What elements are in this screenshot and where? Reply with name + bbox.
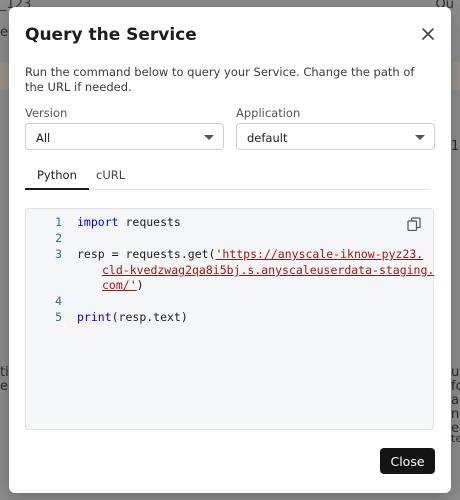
background-text: fo <box>451 379 460 394</box>
code-keyword: print <box>77 310 112 324</box>
code-string: cld-kvedzwag2qa8i5bj.s.anyscaleuserdata-… <box>102 263 435 277</box>
code-string: 'https://anyscale-iknow-pyz23. <box>215 247 424 261</box>
code-line: import requests <box>77 215 181 231</box>
code-text: ) <box>136 278 144 292</box>
background-text: ut <box>451 365 460 380</box>
chevron-down-icon <box>415 135 425 140</box>
close-button[interactable]: Close <box>380 448 435 474</box>
code-text: (resp.text) <box>111 310 188 324</box>
background-text: 123 <box>451 139 460 154</box>
tab-curl[interactable]: cURL <box>96 168 125 188</box>
background-text: te <box>451 432 460 445</box>
line-number: 5 <box>55 310 62 324</box>
version-select[interactable]: All <box>25 123 224 150</box>
code-text: requests <box>118 215 181 229</box>
close-icon[interactable] <box>421 27 435 41</box>
code-tabs: Python cURL <box>25 165 430 190</box>
code-block: 1 2 3 4 5 import requests resp = request… <box>25 208 434 430</box>
code-string: com/' <box>102 278 137 292</box>
code-keyword: import <box>77 215 119 229</box>
dialog-title: Query the Service <box>25 25 197 45</box>
application-select-value: default <box>247 131 288 145</box>
application-select[interactable]: default <box>236 123 435 150</box>
tab-python[interactable]: Python <box>25 168 89 190</box>
chevron-down-icon <box>204 135 214 140</box>
background-text: na <box>451 407 460 422</box>
copy-icon[interactable] <box>407 217 421 231</box>
background-text: ac <box>451 393 460 408</box>
code-line: print(resp.text) <box>77 310 188 326</box>
code-line: cld-kvedzwag2qa8i5bj.s.anyscaleuserdata-… <box>102 263 434 279</box>
code-line: resp = requests.get('https://anyscale-ik… <box>77 247 423 263</box>
code-text: resp = requests.get( <box>77 247 216 261</box>
query-service-dialog: Query the Service Run the command below … <box>9 7 451 493</box>
code-line: com/') <box>102 278 144 294</box>
application-label: Application <box>236 106 301 120</box>
background-text: ti <box>0 365 9 380</box>
version-label: Version <box>25 106 68 120</box>
line-number: 1 <box>55 215 62 229</box>
background-strip <box>0 62 9 90</box>
line-number: 4 <box>55 294 62 308</box>
background-strip <box>451 62 460 90</box>
background-text: e <box>0 379 8 394</box>
line-number: 2 <box>55 231 62 245</box>
version-select-value: All <box>36 131 51 145</box>
line-number: 3 <box>55 247 62 261</box>
dialog-description: Run the command below to query your Serv… <box>25 65 415 94</box>
